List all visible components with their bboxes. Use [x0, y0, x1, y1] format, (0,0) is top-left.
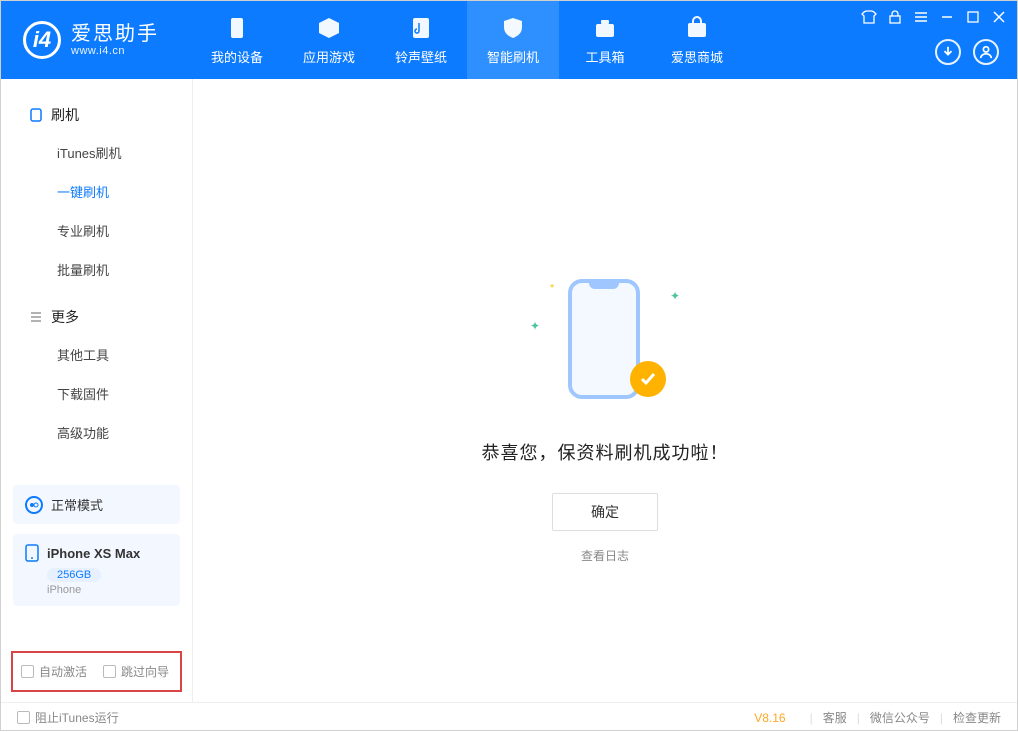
device-mode-row[interactable]: 正常模式 — [13, 485, 180, 524]
support-link[interactable]: 客服 — [823, 709, 847, 726]
nav-label: 爱思商城 — [671, 47, 723, 66]
auto-activate-checkbox[interactable]: 自动激活 — [21, 663, 87, 680]
main-nav: 我的设备 应用游戏 铃声壁纸 智能刷机 工具箱 爱思商城 — [191, 1, 743, 79]
sparkle-icon: ✦ — [670, 289, 680, 303]
nav-label: 工具箱 — [585, 47, 624, 66]
sidebar-item[interactable]: 批量刷机 — [1, 250, 192, 289]
menu-icon[interactable] — [913, 9, 929, 25]
checkbox-icon — [103, 665, 116, 678]
skip-guide-checkbox[interactable]: 跳过向导 — [103, 663, 169, 680]
device-name: iPhone XS Max — [47, 546, 140, 561]
footer-right: V8.16 | 客服 | 微信公众号 | 检查更新 — [754, 709, 1001, 726]
user-button[interactable] — [973, 39, 999, 65]
device-info-row[interactable]: iPhone XS Max 256GB iPhone — [13, 534, 180, 606]
nav-label: 智能刷机 — [487, 47, 539, 66]
toolbox-icon — [592, 15, 618, 41]
window-controls-top — [861, 9, 1007, 25]
success-message: 恭喜您，保资料刷机成功啦！ — [482, 439, 729, 465]
nav-tab-cart[interactable]: 爱思商城 — [651, 1, 743, 79]
sidebar-item[interactable]: iTunes刷机 — [1, 133, 192, 172]
nav-tab-toolbox[interactable]: 工具箱 — [559, 1, 651, 79]
nav-label: 铃声壁纸 — [395, 47, 447, 66]
list-icon — [29, 310, 43, 324]
logo-subtitle: www.i4.cn — [71, 45, 159, 57]
nav-tab-shield[interactable]: 智能刷机 — [467, 1, 559, 79]
view-log-link[interactable]: 查看日志 — [581, 547, 629, 564]
sidebar-section: 刷机iTunes刷机一键刷机专业刷机批量刷机 — [1, 97, 192, 289]
phone-icon — [29, 108, 43, 122]
sidebar-item[interactable]: 下载固件 — [1, 374, 192, 413]
maximize-button[interactable] — [965, 9, 981, 25]
nav-label: 应用游戏 — [303, 47, 355, 66]
check-update-link[interactable]: 检查更新 — [953, 709, 1001, 726]
cart-icon — [684, 15, 710, 41]
device-capacity: 256GB — [47, 568, 101, 582]
skip-guide-label: 跳过向导 — [121, 663, 169, 680]
sidebar-item[interactable]: 其他工具 — [1, 335, 192, 374]
sidebar-section-head[interactable]: 刷机 — [1, 97, 192, 133]
sidebar-section: 更多其他工具下载固件高级功能 — [1, 299, 192, 452]
version-label: V8.16 — [754, 711, 785, 725]
app-header: i4 爱思助手 www.i4.cn 我的设备 应用游戏 铃声壁纸 智能刷机 工具箱 爱思商… — [1, 1, 1017, 79]
header-round-buttons — [935, 39, 999, 65]
highlighted-options: 自动激活 跳过向导 — [11, 651, 182, 692]
device-type: iPhone — [47, 584, 168, 596]
app-body: 刷机iTunes刷机一键刷机专业刷机批量刷机更多其他工具下载固件高级功能 正常模… — [1, 79, 1017, 702]
sparkle-icon: ✦ — [530, 319, 540, 333]
sidebar-item[interactable]: 专业刷机 — [1, 211, 192, 250]
phone-icon — [25, 544, 39, 562]
logo-title: 爱思助手 — [71, 23, 159, 45]
music-icon — [408, 15, 434, 41]
nav-tab-device[interactable]: 我的设备 — [191, 1, 283, 79]
nav-tab-music[interactable]: 铃声壁纸 — [375, 1, 467, 79]
status-bar: 阻止iTunes运行 V8.16 | 客服 | 微信公众号 | 检查更新 — [1, 702, 1017, 732]
logo-area: i4 爱思助手 www.i4.cn — [1, 1, 191, 79]
device-panel: 正常模式 iPhone XS Max 256GB iPhone — [13, 485, 180, 606]
mode-icon — [25, 496, 43, 514]
sidebar-item[interactable]: 一键刷机 — [1, 172, 192, 211]
sidebar-item[interactable]: 高级功能 — [1, 413, 192, 452]
main-content: ✦ ✦ • 恭喜您，保资料刷机成功啦！ 确定 查看日志 — [193, 79, 1017, 702]
block-itunes-checkbox[interactable]: 阻止iTunes运行 — [17, 709, 119, 726]
mode-label: 正常模式 — [51, 495, 103, 514]
success-illustration: ✦ ✦ • — [550, 279, 660, 409]
sidebar: 刷机iTunes刷机一键刷机专业刷机批量刷机更多其他工具下载固件高级功能 正常模… — [1, 79, 193, 702]
device-icon — [224, 15, 250, 41]
wechat-link[interactable]: 微信公众号 — [870, 709, 930, 726]
block-itunes-label: 阻止iTunes运行 — [35, 709, 119, 726]
ok-button[interactable]: 确定 — [552, 493, 658, 531]
download-button[interactable] — [935, 39, 961, 65]
logo-icon: i4 — [23, 21, 61, 59]
close-button[interactable] — [991, 9, 1007, 25]
minimize-button[interactable] — [939, 9, 955, 25]
sidebar-section-head[interactable]: 更多 — [1, 299, 192, 335]
shield-icon — [500, 15, 526, 41]
nav-label: 我的设备 — [211, 47, 263, 66]
nav-tab-cube[interactable]: 应用游戏 — [283, 1, 375, 79]
cube-icon — [316, 15, 342, 41]
check-badge-icon — [630, 361, 666, 397]
logo-text: 爱思助手 www.i4.cn — [71, 23, 159, 57]
lock-icon[interactable] — [887, 9, 903, 25]
checkbox-icon — [17, 711, 30, 724]
checkbox-icon — [21, 665, 34, 678]
sparkle-icon: • — [550, 279, 554, 293]
shirt-icon[interactable] — [861, 9, 877, 25]
auto-activate-label: 自动激活 — [39, 663, 87, 680]
